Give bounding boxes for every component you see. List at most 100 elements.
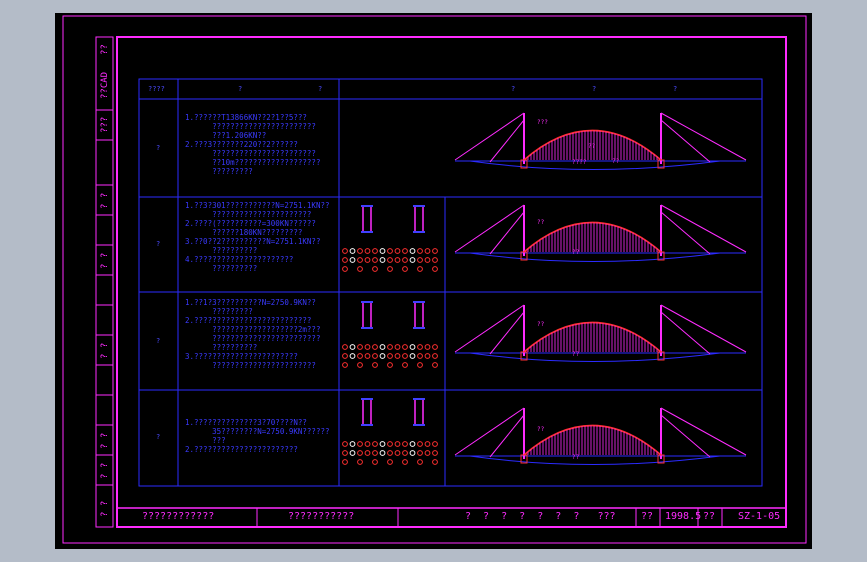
side-label: ?? xyxy=(100,44,110,56)
bolt xyxy=(342,441,348,447)
bolt xyxy=(409,441,416,447)
bolt xyxy=(394,450,401,456)
bolt xyxy=(409,353,416,359)
arch-label: ?? xyxy=(537,426,545,433)
bolt xyxy=(342,248,348,254)
title-block-drawing-no: SZ-1-05 xyxy=(738,511,781,522)
arch-rib xyxy=(523,221,662,253)
bolt xyxy=(402,353,408,359)
bolt xyxy=(402,344,408,350)
bolt xyxy=(417,459,423,465)
arch-label: ?? xyxy=(572,454,580,461)
i-beam-section xyxy=(414,398,424,426)
bolt xyxy=(372,344,378,350)
bolt xyxy=(364,248,371,254)
bolt xyxy=(424,441,431,447)
bolt xyxy=(372,441,378,447)
row-note: 1.??1?3??????????N=2750.9KN?? ????????? … xyxy=(185,298,321,370)
arch-label: ?? xyxy=(537,219,545,226)
stay-cable xyxy=(454,304,525,353)
bolt xyxy=(342,459,348,465)
title-block-cell: ?? xyxy=(703,511,716,522)
bolt xyxy=(342,257,348,263)
bolt xyxy=(342,266,348,272)
bolt xyxy=(432,257,438,263)
bolt xyxy=(372,362,378,368)
bolt xyxy=(417,450,423,456)
title-block-cell: ? ? ? ? ? ? ? ??? xyxy=(465,511,616,522)
arch-label: ?? xyxy=(572,249,580,256)
bolt xyxy=(387,344,393,350)
bolt xyxy=(349,441,356,447)
ground-line xyxy=(469,352,721,362)
row-number: ? xyxy=(156,433,161,441)
bolt xyxy=(387,248,393,254)
ground-line xyxy=(469,455,721,465)
bolt xyxy=(409,450,416,456)
bolt xyxy=(379,344,386,350)
bolt xyxy=(387,353,393,359)
i-beam-section xyxy=(414,205,424,233)
header-col-e: ? xyxy=(592,85,597,93)
bridge-elevations xyxy=(454,112,747,465)
arch-label: ??? xyxy=(537,119,548,126)
bolt xyxy=(387,450,393,456)
arch-label: ?? xyxy=(588,143,596,150)
bolt xyxy=(402,257,408,263)
bolt xyxy=(387,459,393,465)
side-label: ? ? xyxy=(100,252,110,270)
bolt xyxy=(402,266,408,272)
side-label: ? ? xyxy=(100,192,110,210)
ground-line xyxy=(469,252,721,262)
bolt xyxy=(372,450,378,456)
bolt xyxy=(357,344,363,350)
bolt xyxy=(402,248,408,254)
bolt xyxy=(417,248,423,254)
bolt xyxy=(349,248,356,254)
bolt xyxy=(357,257,363,263)
bolt xyxy=(372,353,378,359)
bolt xyxy=(372,459,378,465)
stay-cable xyxy=(489,414,525,458)
row-note: 1.??????????????3?70????N?? 35????????N=… xyxy=(185,418,330,454)
arch-label: ?? xyxy=(537,321,545,328)
bolt xyxy=(349,450,356,456)
section-details xyxy=(342,205,438,465)
bolt xyxy=(409,248,416,254)
bolt xyxy=(372,266,378,272)
bolt xyxy=(387,362,393,368)
bolt xyxy=(357,450,363,456)
bolt xyxy=(417,266,423,272)
bolt xyxy=(342,362,348,368)
bolt xyxy=(342,450,348,456)
bolt xyxy=(432,441,438,447)
i-beam-section xyxy=(362,398,372,426)
stay-cable xyxy=(660,112,747,161)
side-label: ? ? xyxy=(100,432,110,450)
i-beam-section xyxy=(362,205,372,233)
bolt xyxy=(417,362,423,368)
bolt xyxy=(432,353,438,359)
bolt xyxy=(372,257,378,263)
bolt xyxy=(387,257,393,263)
side-label: ??CAD xyxy=(100,71,110,99)
stay-cable xyxy=(660,304,747,353)
stay-cable xyxy=(660,204,747,253)
side-label: ? ? xyxy=(100,462,110,480)
i-beam-section xyxy=(414,301,424,329)
bolt xyxy=(387,441,393,447)
header-col-num: ???? xyxy=(148,85,165,93)
bolt xyxy=(432,266,438,272)
arch-label: ???? xyxy=(572,159,587,166)
title-block-date: 1998.5 xyxy=(665,511,702,522)
bolt xyxy=(387,266,393,272)
row-note: 1.??3?301???????????N=2751.1KN?? ???????… xyxy=(185,201,330,273)
bolt xyxy=(402,441,408,447)
bolt xyxy=(364,257,371,263)
bolt xyxy=(372,248,378,254)
bolt xyxy=(379,441,386,447)
bolt xyxy=(424,353,431,359)
bolt xyxy=(364,344,371,350)
bolt xyxy=(417,344,423,350)
side-label: ??? xyxy=(100,116,110,134)
